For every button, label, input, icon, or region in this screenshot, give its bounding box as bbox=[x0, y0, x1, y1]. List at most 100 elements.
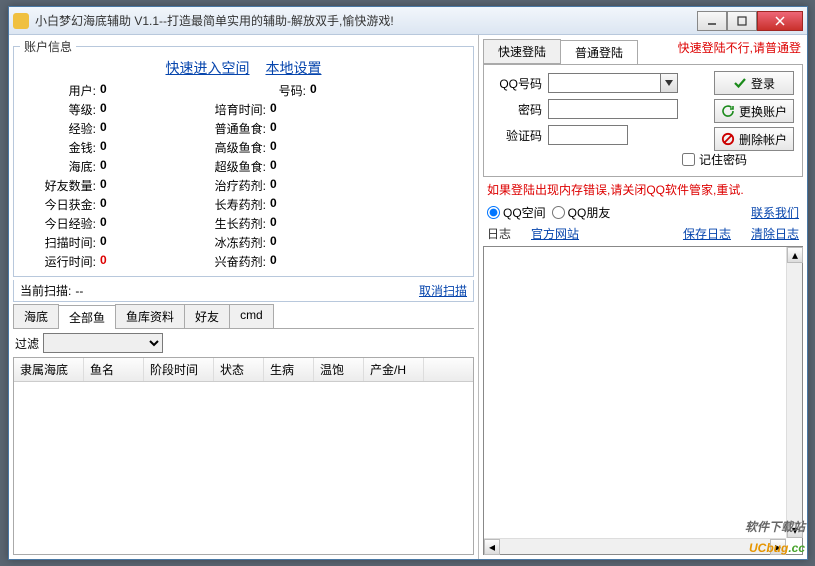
stat-row: 海底:0 bbox=[20, 158, 190, 175]
scan-value: -- bbox=[75, 284, 419, 298]
stat-value: 0 bbox=[270, 101, 277, 118]
minimize-button[interactable] bbox=[697, 11, 727, 31]
quick-enter-space-link[interactable]: 快速进入空间 bbox=[166, 58, 250, 78]
stat-value: 0 bbox=[270, 139, 277, 156]
stat-value: 0 bbox=[100, 120, 107, 137]
scroll-left-button[interactable]: ◂ bbox=[484, 539, 500, 555]
tab-4[interactable]: cmd bbox=[229, 304, 274, 328]
tab-1[interactable]: 全部鱼 bbox=[58, 305, 116, 329]
stat-value: 0 bbox=[270, 120, 277, 137]
scan-status-row: 当前扫描: -- 取消扫描 bbox=[13, 280, 474, 302]
column-header[interactable]: 隶属海底 bbox=[14, 358, 84, 381]
column-header[interactable]: 阶段时间 bbox=[144, 358, 214, 381]
tab-0[interactable]: 海底 bbox=[13, 304, 59, 328]
column-header[interactable]: 温饱 bbox=[314, 358, 364, 381]
stat-row: 超级鱼食:0 bbox=[190, 158, 467, 175]
stat-label: 运行时间: bbox=[20, 253, 100, 270]
stat-label: 生长药剂: bbox=[190, 215, 270, 232]
clear-log-link[interactable]: 清除日志 bbox=[751, 225, 799, 242]
stat-value: 0 bbox=[270, 196, 277, 213]
stat-label: 今日获金: bbox=[20, 196, 100, 213]
cancel-scan-link[interactable]: 取消扫描 bbox=[419, 282, 467, 299]
stat-value: 0 bbox=[100, 158, 107, 175]
stat-row: 经验:0 bbox=[20, 120, 190, 137]
login-error-text: 如果登陆出现内存错误,请关闭QQ软件管家,重试. bbox=[487, 181, 799, 198]
check-icon bbox=[733, 76, 747, 90]
stat-value: 0 bbox=[100, 177, 107, 194]
qq-dropdown-button[interactable] bbox=[660, 73, 678, 93]
filter-select[interactable] bbox=[43, 333, 163, 353]
scroll-right-button[interactable]: ▸ bbox=[770, 539, 786, 555]
password-input[interactable] bbox=[548, 99, 678, 119]
qq-input[interactable] bbox=[548, 73, 660, 93]
stat-row: 今日获金:0 bbox=[20, 196, 190, 213]
fish-table: 隶属海底鱼名阶段时间状态生病温饱产金/H bbox=[13, 357, 474, 555]
close-button[interactable] bbox=[757, 11, 803, 31]
stat-value: 0 bbox=[270, 234, 277, 251]
stat-label: 经验: bbox=[20, 120, 100, 137]
stat-row: 兴奋药剂:0 bbox=[190, 253, 467, 270]
remember-password-checkbox[interactable]: 记住密码 bbox=[682, 151, 794, 168]
login-tab-note: 快速登陆不行,请普通登 bbox=[678, 35, 807, 64]
stat-row: 金钱:0 bbox=[20, 139, 190, 156]
delete-account-button[interactable]: 删除帐户 bbox=[714, 127, 794, 151]
scan-label: 当前扫描: bbox=[20, 282, 71, 299]
stat-value: 0 bbox=[100, 101, 107, 118]
login-tab-1[interactable]: 普通登陆 bbox=[560, 40, 638, 65]
stat-value: 0 bbox=[270, 177, 277, 194]
stat-label: 冰冻药剂: bbox=[190, 234, 270, 251]
vertical-scrollbar[interactable]: ▴ ▾ bbox=[786, 247, 802, 538]
forbidden-icon bbox=[721, 132, 735, 146]
log-textarea[interactable]: ▴ ▾ ◂ ▸ bbox=[483, 246, 803, 555]
stat-row: 治疗药剂:0 bbox=[190, 177, 467, 194]
stat-value: 0 bbox=[270, 158, 277, 175]
stat-label: 超级鱼食: bbox=[190, 158, 270, 175]
column-header[interactable]: 产金/H bbox=[364, 358, 424, 381]
qq-friend-radio[interactable]: QQ朋友 bbox=[552, 204, 611, 221]
stat-label: 治疗药剂: bbox=[190, 177, 270, 194]
stat-label: 等级: bbox=[20, 101, 100, 118]
save-log-link[interactable]: 保存日志 bbox=[683, 225, 731, 242]
stat-row: 长寿药剂:0 bbox=[190, 196, 467, 213]
horizontal-scrollbar[interactable]: ◂ ▸ bbox=[484, 538, 786, 554]
filter-label: 过滤 bbox=[15, 335, 39, 352]
captcha-label: 验证码 bbox=[492, 127, 548, 144]
stat-label: 号码: bbox=[190, 82, 310, 99]
tab-2[interactable]: 鱼库资料 bbox=[115, 304, 185, 328]
stat-value: 0 bbox=[100, 139, 107, 156]
stat-label: 金钱: bbox=[20, 139, 100, 156]
account-legend: 账户信息 bbox=[20, 38, 76, 55]
maximize-button[interactable] bbox=[727, 11, 757, 31]
login-tab-0[interactable]: 快速登陆 bbox=[483, 39, 561, 64]
stat-row: 今日经验:0 bbox=[20, 215, 190, 232]
column-header[interactable]: 生病 bbox=[264, 358, 314, 381]
column-header[interactable]: 状态 bbox=[214, 358, 264, 381]
stat-row: 等级:0 bbox=[20, 101, 190, 118]
stat-row: 生长药剂:0 bbox=[190, 215, 467, 232]
tab-3[interactable]: 好友 bbox=[184, 304, 230, 328]
captcha-input[interactable] bbox=[548, 125, 628, 145]
stat-value: 0 bbox=[100, 196, 107, 213]
stat-row: 扫描时间:0 bbox=[20, 234, 190, 251]
stat-row: 好友数量:0 bbox=[20, 177, 190, 194]
stat-label: 今日经验: bbox=[20, 215, 100, 232]
login-button[interactable]: 登录 bbox=[714, 71, 794, 95]
stat-row: 用户:0 bbox=[20, 82, 190, 99]
log-label: 日志 bbox=[487, 225, 511, 242]
stat-row: 运行时间:0 bbox=[20, 253, 190, 270]
scroll-down-button[interactable]: ▾ bbox=[787, 522, 803, 538]
qq-space-radio[interactable]: QQ空间 bbox=[487, 204, 546, 221]
stat-label: 扫描时间: bbox=[20, 234, 100, 251]
account-info-group: 账户信息 快速进入空间 本地设置 用户:0等级:0经验:0金钱:0海底:0好友数… bbox=[13, 38, 474, 277]
local-settings-link[interactable]: 本地设置 bbox=[266, 58, 322, 78]
official-site-link[interactable]: 官方网站 bbox=[531, 225, 579, 242]
stat-label: 高级鱼食: bbox=[190, 139, 270, 156]
stat-label: 好友数量: bbox=[20, 177, 100, 194]
refresh-icon bbox=[721, 104, 735, 118]
column-header[interactable]: 鱼名 bbox=[84, 358, 144, 381]
contact-us-link[interactable]: 联系我们 bbox=[751, 204, 799, 221]
stat-row: 号码:0 bbox=[190, 82, 467, 99]
scroll-up-button[interactable]: ▴ bbox=[787, 247, 803, 263]
switch-account-button[interactable]: 更换账户 bbox=[714, 99, 794, 123]
password-label: 密码 bbox=[492, 101, 548, 118]
